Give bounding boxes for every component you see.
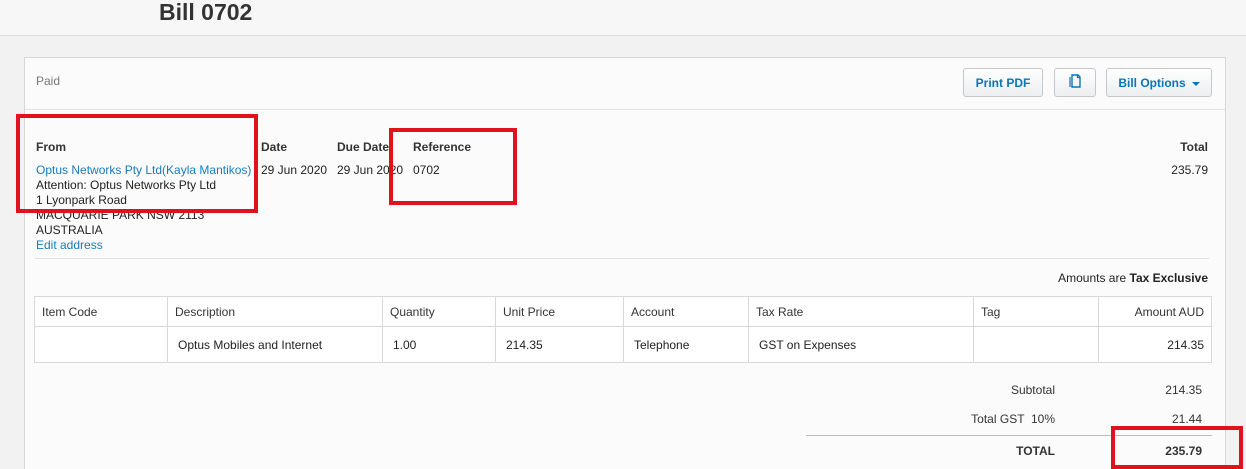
cell-item-code: [34, 326, 168, 363]
col-quantity: Quantity: [382, 296, 496, 327]
amounts-mode: Amounts are Tax Exclusive: [1058, 271, 1208, 285]
reference-label: Reference: [413, 140, 472, 154]
edit-address-link[interactable]: Edit address: [36, 238, 103, 252]
reference-value: 0702: [413, 163, 440, 177]
bill-header: Paid Print PDF Bill Options: [25, 58, 1225, 110]
subtotal-value: 214.35: [1165, 383, 1202, 397]
attention-text: Attention: Optus Networks Pty Ltd: [36, 178, 217, 192]
from-label: From: [36, 140, 66, 154]
subtotal-row: Subtotal 214.35: [806, 377, 1212, 403]
status-label: Paid: [36, 74, 61, 88]
date-label: Date: [261, 140, 288, 154]
bill-options-button[interactable]: Bill Options: [1106, 68, 1212, 97]
col-account: Account: [623, 296, 749, 327]
section-divider: [35, 258, 1209, 259]
col-amount: Amount AUD: [1098, 296, 1212, 327]
copy-document-icon: [1069, 74, 1081, 91]
table-row[interactable]: Optus Mobiles and Internet 1.00 214.35 T…: [34, 326, 1212, 363]
address-line-1: 1 Lyonpark Road: [36, 193, 127, 207]
cell-account: Telephone: [623, 326, 749, 363]
due-date-label: Due Date: [337, 140, 390, 154]
address-country: AUSTRALIA: [36, 223, 103, 237]
grand-total-value: 235.79: [1165, 444, 1202, 458]
date-value: 29 Jun 2020: [261, 163, 328, 177]
chevron-down-icon: [1191, 81, 1200, 86]
col-tax-rate: Tax Rate: [748, 296, 974, 327]
print-pdf-button[interactable]: Print PDF: [963, 68, 1043, 97]
cell-amount: 214.35: [1098, 326, 1212, 363]
top-bar: Bill 0702: [0, 0, 1246, 36]
grand-total-row: TOTAL 235.79: [806, 438, 1212, 464]
subtotal-label: Subtotal: [1010, 383, 1055, 397]
total-label: Total: [1180, 140, 1208, 154]
col-unit-price: Unit Price: [495, 296, 624, 327]
cell-quantity: 1.00: [382, 326, 496, 363]
col-description: Description: [167, 296, 383, 327]
cell-tax-rate: GST on Expenses: [748, 326, 974, 363]
cell-description: Optus Mobiles and Internet: [167, 326, 383, 363]
due-date-value: 29 Jun 2020: [337, 163, 404, 177]
cell-tag: [973, 326, 1099, 363]
table-header-row: Item Code Description Quantity Unit Pric…: [34, 296, 1212, 327]
gst-label: Total GST 10%: [971, 412, 1055, 426]
cell-unit-price: 214.35: [495, 326, 624, 363]
amounts-prefix: Amounts are: [1058, 271, 1127, 285]
line-items-table: Item Code Description Quantity Unit Pric…: [34, 296, 1212, 363]
gst-row: Total GST 10% 21.44: [806, 406, 1212, 432]
gst-value: 21.44: [1171, 412, 1202, 426]
col-item-code: Item Code: [34, 296, 168, 327]
grand-total-label: TOTAL: [1016, 444, 1055, 458]
col-tag: Tag: [973, 296, 1099, 327]
amounts-mode-value: Tax Exclusive: [1129, 271, 1209, 285]
bill-options-label: Bill Options: [1118, 75, 1186, 90]
page-title: Bill 0702: [159, 0, 253, 25]
contact-link[interactable]: Optus Networks Pty Ltd(Kayla Mantikos): [36, 163, 251, 177]
copy-button[interactable]: [1054, 68, 1096, 97]
address-line-2: MACQUARIE PARK NSW 2113: [36, 208, 205, 222]
total-value: 235.79: [1171, 163, 1208, 177]
totals-divider: [806, 435, 1212, 436]
